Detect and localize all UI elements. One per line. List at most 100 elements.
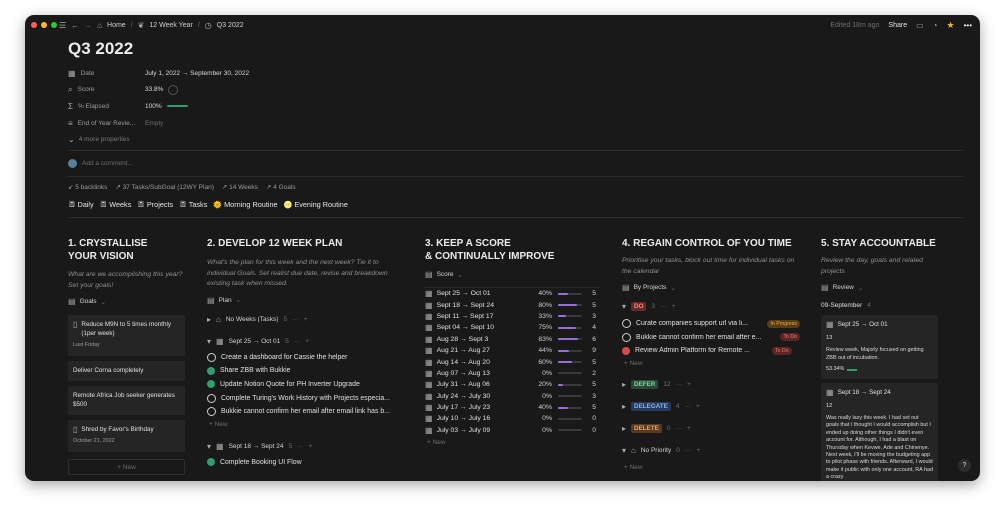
add-icon[interactable]: +: [687, 381, 691, 388]
new-goal-button[interactable]: + New: [68, 459, 185, 475]
breadcrumb-home[interactable]: Home: [107, 22, 126, 29]
add-icon[interactable]: +: [687, 425, 691, 432]
weeks-relation-link[interactable]: ↗ 14 Weeks: [222, 183, 258, 191]
breadcrumb-q3-2022[interactable]: Q3 2022: [217, 22, 244, 29]
task-status-open-icon[interactable]: [207, 393, 216, 403]
task-status-open-icon[interactable]: [622, 319, 631, 329]
score-row[interactable]: ▦ July 17 → July 23 40% 5: [425, 402, 600, 413]
review-card[interactable]: ▦ Sept 25 → Oct 01 13 Review week, Majorl…: [821, 315, 938, 379]
more-icon[interactable]: ···: [684, 403, 691, 410]
score-row[interactable]: ▦ Sept 11 → Sept 17 33% 3: [425, 311, 600, 322]
view-selector-goals[interactable]: ▤ Goals ⌄: [68, 297, 185, 306]
add-icon[interactable]: +: [696, 447, 700, 454]
group-sept25-oct01[interactable]: ▾ ▦ Sept 25 → Oct 01 5 ··· +: [207, 336, 405, 348]
minimize-window-button[interactable]: [41, 22, 47, 28]
group-defer[interactable]: ▸ DEFER 12 ··· +: [622, 379, 800, 391]
task-item[interactable]: Bukkie cannot confirm her email after e.…: [622, 331, 800, 345]
add-icon[interactable]: +: [309, 443, 313, 450]
score-row[interactable]: ▦ July 03 → July 09 0% 0: [425, 425, 600, 436]
add-icon[interactable]: +: [304, 316, 308, 323]
task-status-done-icon[interactable]: [207, 380, 215, 389]
group-no-weeks[interactable]: ▸ ⌂ No Weeks (Tasks) 5 ··· +: [207, 314, 405, 326]
group-delete[interactable]: ▸ DELETE 0 ··· +: [622, 423, 800, 435]
score-row[interactable]: ▦ July 24 → July 30 0% 3: [425, 391, 600, 402]
close-window-button[interactable]: [31, 22, 37, 28]
help-button[interactable]: ?: [958, 459, 971, 472]
score-row[interactable]: ▦ Aug 14 → Aug 20 60% 5: [425, 356, 600, 367]
score-row[interactable]: ▦ Aug 21 → Aug 27 44% 9: [425, 345, 600, 356]
add-icon[interactable]: +: [672, 303, 676, 310]
more-properties-toggle[interactable]: ⌄ 4 more properties: [68, 131, 249, 148]
history-icon[interactable]: ◔: [933, 21, 938, 30]
group-do[interactable]: ▾ DO 3 ··· +: [622, 300, 800, 312]
score-row[interactable]: ▦ Aug 07 → Aug 13 0% 2: [425, 368, 600, 379]
view-selector-plan[interactable]: ▤ Plan ⌄: [207, 296, 405, 305]
task-item[interactable]: Update Notion Quote for PH Inverter Upgr…: [207, 378, 405, 392]
property-date[interactable]: ▦ Date July 1, 2022 → September 30, 2022: [68, 65, 249, 82]
task-status-open-icon[interactable]: [207, 407, 216, 417]
nav-link-evening-routine[interactable]: 🌝 Evening Routine: [284, 200, 348, 209]
task-status-done-icon[interactable]: [207, 458, 215, 467]
goal-card[interactable]: Remote Africa Job seeker generates $500: [68, 386, 185, 415]
task-item[interactable]: Review Admin Platform for Remote ... To D…: [622, 344, 800, 358]
property-elapsed[interactable]: Σ % Elapsed 100%: [68, 98, 249, 115]
new-week-button[interactable]: + New: [427, 436, 600, 448]
group-delegate[interactable]: ▸ DELEGATE 4 ··· +: [622, 401, 800, 413]
goal-card[interactable]: ▯ Shred by Favor's Birthday October 21, 2…: [68, 420, 185, 452]
backlinks-link[interactable]: ↙ 5 backlinks: [68, 183, 107, 191]
task-status-done-icon[interactable]: [207, 366, 215, 375]
more-icon[interactable]: ···: [675, 425, 682, 432]
breadcrumb-12-week-year[interactable]: 12 Week Year: [149, 22, 192, 29]
goal-card[interactable]: Deliver Corna completely: [68, 361, 185, 381]
group-no-priority[interactable]: ▾ ⌂ No Priority 0 ··· +: [622, 445, 800, 457]
share-button[interactable]: Share: [888, 22, 907, 29]
nav-link-morning-routine[interactable]: 🌞 Morning Routine: [213, 200, 277, 209]
sidebar-toggle-icon[interactable]: ☰: [59, 21, 66, 30]
back-arrow-icon[interactable]: ←: [71, 21, 79, 30]
score-row[interactable]: ▦ July 10 → July 16 0% 0: [425, 413, 600, 424]
task-item[interactable]: Complete Booking UI Flow: [207, 455, 405, 469]
score-row[interactable]: ▦ July 31 → Aug 06 20% 5: [425, 379, 600, 390]
score-row[interactable]: ▦ Sept 25 → Oct 01 40% 5: [425, 288, 600, 299]
view-selector-review[interactable]: ▤ Review ⌄: [821, 283, 938, 292]
group-date[interactable]: 09-September 4: [821, 299, 938, 311]
more-icon[interactable]: ···: [660, 303, 667, 310]
task-item[interactable]: Complete Turing's Work History with Proj…: [207, 391, 405, 405]
task-item[interactable]: Create a dashboard for Cassie the helper: [207, 351, 405, 365]
tasks-relation-link[interactable]: ↗ 37 Tasks/SubGoal (12WY Plan): [115, 183, 213, 191]
nav-link-weeks[interactable]: 📓 Weeks: [100, 200, 132, 209]
property-end-of-year-review[interactable]: ≡ End of Year Revie... Empty: [68, 115, 249, 132]
view-selector-by-projects[interactable]: ▤ By Projects ⌄: [622, 283, 800, 292]
task-status-open-icon[interactable]: [207, 352, 216, 362]
task-status-open-icon[interactable]: [622, 332, 631, 342]
goal-card[interactable]: ▯ Reduce M9N to 5 times monthly (1per wee…: [68, 315, 185, 356]
more-icon[interactable]: ···: [685, 447, 692, 454]
favorite-star-icon[interactable]: ★: [947, 20, 955, 31]
nav-link-projects[interactable]: 📓 Projects: [137, 200, 173, 209]
goals-relation-link[interactable]: ↗ 4 Goals: [266, 183, 296, 191]
more-icon[interactable]: ···: [676, 381, 683, 388]
more-icon[interactable]: ···: [292, 316, 299, 323]
task-status-blocked-icon[interactable]: [622, 346, 630, 355]
add-icon[interactable]: +: [305, 338, 309, 345]
nav-link-tasks[interactable]: 📓 Tasks: [179, 200, 207, 209]
score-row[interactable]: ▦ Sept 18 → Sept 24 80% 5: [425, 299, 600, 310]
more-menu-icon[interactable]: •••: [964, 21, 972, 30]
new-task-button[interactable]: + New: [624, 358, 800, 370]
score-row[interactable]: ▦ Sept 04 → Sept 10 75% 4: [425, 322, 600, 333]
comment-input[interactable]: Add a comment...: [68, 159, 133, 168]
new-task-button[interactable]: + New: [209, 418, 405, 430]
more-icon[interactable]: ···: [294, 338, 301, 345]
forward-arrow-icon[interactable]: →: [84, 21, 92, 30]
property-score[interactable]: ⌕ Score 33.8%: [68, 82, 249, 99]
score-row[interactable]: ▦ Aug 28 → Sept 3 83% 6: [425, 334, 600, 345]
new-task-button[interactable]: + New: [624, 462, 800, 474]
review-card[interactable]: ▦ Sept 18 → Sept 24 12 Was really lazy th…: [821, 383, 938, 481]
task-item[interactable]: Share ZBB with Bukkie: [207, 364, 405, 378]
nav-link-daily[interactable]: 📓 Daily: [68, 200, 94, 209]
maximize-window-button[interactable]: [51, 22, 57, 28]
task-item[interactable]: Curate companies support url via li... In…: [622, 317, 800, 331]
comments-icon[interactable]: ▭: [916, 21, 924, 30]
group-sept18-sept24[interactable]: ▾ ▦ Sept 18 → Sept 24 5 ··· +: [207, 440, 405, 452]
more-icon[interactable]: ···: [297, 443, 304, 450]
